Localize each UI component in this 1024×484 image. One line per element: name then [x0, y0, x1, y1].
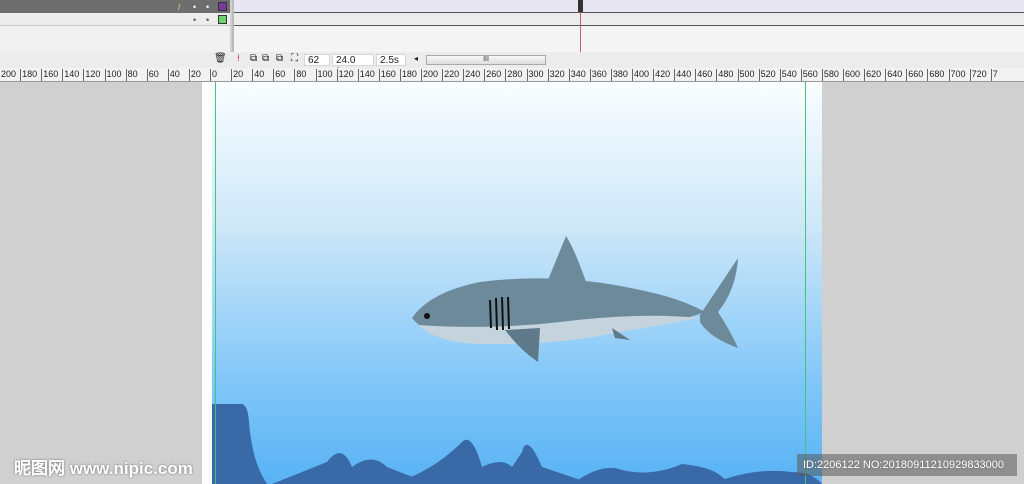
ruler-tick-label: 160 — [378, 69, 396, 81]
playhead-handle[interactable] — [578, 0, 583, 12]
seabed-rocks — [212, 404, 822, 484]
ruler-tick-label: 300 — [526, 69, 544, 81]
ruler-tick-label: 40 — [167, 69, 180, 81]
ruler-tick-label: 280 — [505, 69, 523, 81]
edit-multiple-frames-icon[interactable]: ⧉ — [276, 53, 283, 64]
guide-line-right[interactable] — [805, 82, 806, 484]
onion-outline-icon[interactable]: ⧉ — [262, 53, 269, 64]
frame-rate[interactable]: 24.0 fps — [332, 54, 374, 78]
ruler-tick-label: 460 — [695, 69, 713, 81]
visibility-dot[interactable]: • — [193, 15, 196, 25]
ruler-tick-label: 100 — [315, 69, 333, 81]
watermark-id: ID:2206122 NO:20180911210929833000 — [797, 454, 1017, 476]
ruler-tick-label: 0 — [210, 69, 218, 81]
modify-markers-icon[interactable]: ⛶ — [291, 53, 298, 64]
center-frame-icon[interactable]: ⍿ — [237, 53, 240, 64]
ruler-tick-label: 20 — [231, 69, 244, 81]
ruler-tick-label: 540 — [779, 69, 797, 81]
ruler-tick-label: 180 — [399, 69, 417, 81]
ruler-tick-label: 660 — [906, 69, 924, 81]
lock-dot[interactable]: • — [206, 2, 209, 12]
ruler-tick-label: 680 — [927, 69, 945, 81]
ruler-tick-label: 7 — [990, 69, 998, 81]
current-frame: 62 — [304, 54, 330, 66]
ruler-tick-label: 440 — [674, 69, 692, 81]
timeline-status-bar: 🗑 ⍿ ⧉ ⧉ ⧉ ⛶ 62 24.0 fps 2.5s ◂ III — [0, 52, 1024, 78]
scroll-left-icon[interactable]: ◂ — [414, 54, 418, 63]
ruler-tick-label: 100 — [104, 69, 122, 81]
visibility-dot[interactable]: • — [193, 2, 196, 12]
ruler-tick-label: 320 — [547, 69, 565, 81]
frame-track-1[interactable] — [234, 0, 1024, 13]
layer-row-1[interactable]: / • • — [0, 0, 230, 13]
onion-skin-icon[interactable]: ⧉ — [250, 53, 257, 64]
pencil-icon: / — [178, 2, 181, 12]
outline-color-swatch[interactable] — [218, 2, 227, 11]
ruler-tick-label: 20 — [188, 69, 201, 81]
ruler-tick-label: 700 — [948, 69, 966, 81]
ruler-tick-label: 480 — [716, 69, 734, 81]
layer-row-2[interactable]: • • — [0, 13, 230, 26]
ruler-tick-label: 560 — [800, 69, 818, 81]
guide-line-left[interactable] — [215, 82, 216, 484]
ruler-tick-label: 80 — [294, 69, 307, 81]
outline-color-swatch[interactable] — [218, 15, 227, 24]
ruler-tick-label: 520 — [758, 69, 776, 81]
ruler-tick-label: 340 — [568, 69, 586, 81]
ruler-tick-label: 180 — [20, 69, 38, 81]
ruler-tick-label: 220 — [442, 69, 460, 81]
ruler-tick-label: 720 — [969, 69, 987, 81]
ruler-tick-label: 260 — [484, 69, 502, 81]
ruler-tick-label: 600 — [843, 69, 861, 81]
ruler-tick-label: 140 — [62, 69, 80, 81]
frame-track-2[interactable] — [234, 13, 1024, 26]
ruler-tick-label: 380 — [610, 69, 628, 81]
elapsed-time: 2.5s — [376, 54, 406, 66]
scene-artwork — [212, 236, 822, 484]
shark — [412, 236, 738, 362]
ruler-tick-label: 640 — [885, 69, 903, 81]
ruler-tick-label: 40 — [252, 69, 265, 81]
timeline-scrollbar[interactable]: III — [426, 55, 546, 65]
ruler-tick-label: 160 — [41, 69, 59, 81]
ruler-tick-label: 60 — [146, 69, 159, 81]
ruler-tick-label: 140 — [357, 69, 375, 81]
ruler-tick-label: 620 — [864, 69, 882, 81]
ruler-tick-label: 120 — [83, 69, 101, 81]
ruler-tick-label: 580 — [821, 69, 839, 81]
ruler-tick-label: 60 — [273, 69, 286, 81]
ruler-tick-label: 200 — [0, 69, 17, 81]
ruler-tick-label: 200 — [421, 69, 439, 81]
stage-canvas[interactable] — [212, 82, 822, 484]
ruler-tick-label: 240 — [463, 69, 481, 81]
watermark-logo: 昵图网 www.nipic.com — [14, 459, 193, 478]
ruler-tick-label: 400 — [632, 69, 650, 81]
ruler-tick-label: 80 — [125, 69, 138, 81]
lock-dot[interactable]: • — [206, 15, 209, 25]
ruler-tick-label: 120 — [336, 69, 354, 81]
ruler-tick-label: 360 — [589, 69, 607, 81]
trash-icon[interactable]: 🗑 — [214, 53, 227, 64]
horizontal-ruler: 200 180 160 140 120 100 80 60 40 20 0 20 40 60 80 100 12… — [0, 68, 1024, 82]
ruler-tick-label: 420 — [653, 69, 671, 81]
ruler-tick-label: 500 — [737, 69, 755, 81]
